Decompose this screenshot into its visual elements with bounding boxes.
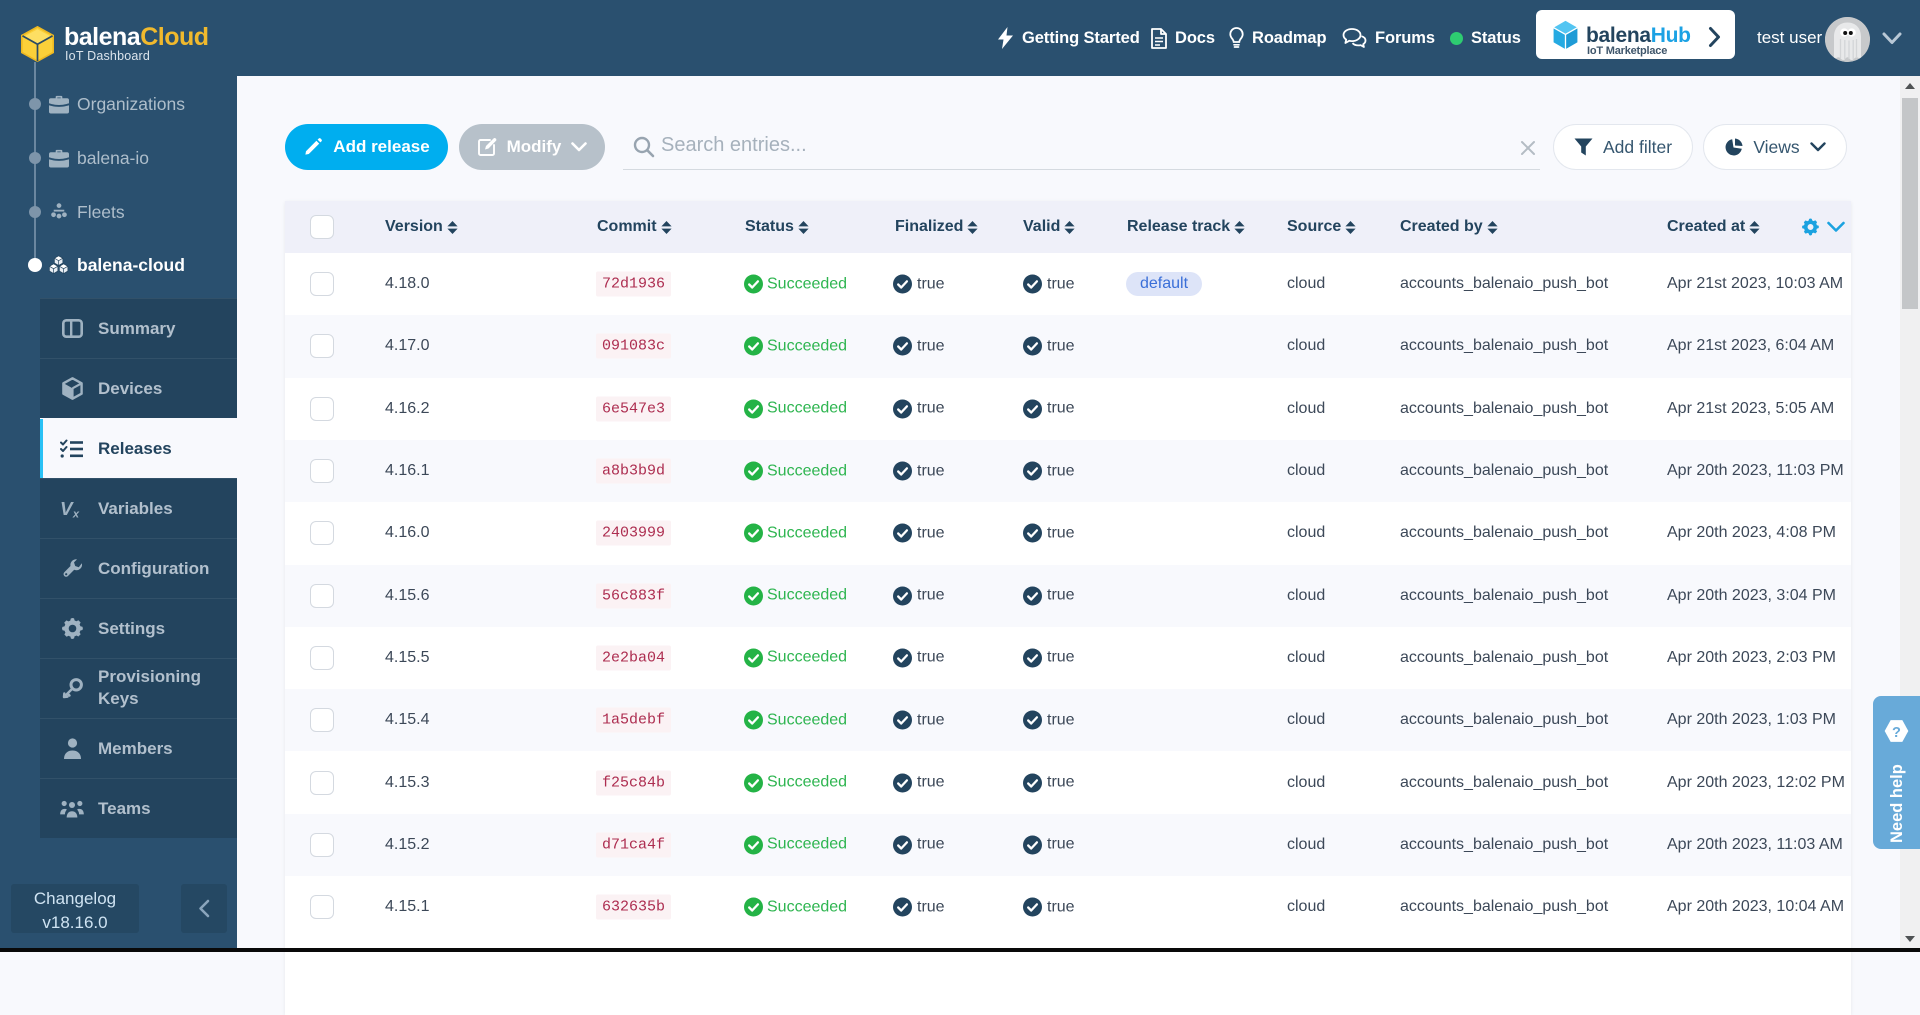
svg-text:Need help: Need help <box>1888 764 1906 843</box>
svg-text:?: ? <box>1892 725 1901 741</box>
svg-text:x: x <box>72 508 80 519</box>
svg-text:V: V <box>60 498 74 519</box>
